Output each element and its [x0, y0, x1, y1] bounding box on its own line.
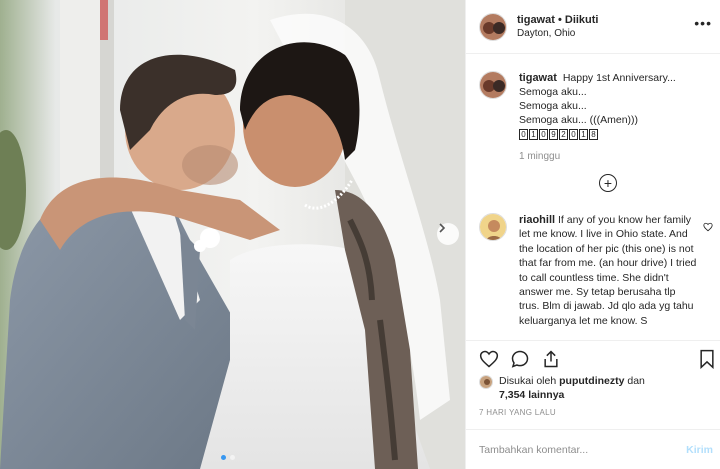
date-digit: 8	[589, 129, 598, 140]
share-icon	[544, 350, 558, 368]
likes-count[interactable]: 7,354 lainnya	[499, 389, 564, 401]
date-digit: 1	[529, 129, 538, 140]
post-comment-button[interactable]: Kirim	[686, 444, 713, 456]
post-caption: tigawat Happy 1st Anniversary... Semoga …	[479, 71, 707, 164]
post-photo[interactable]	[0, 0, 465, 469]
share-button[interactable]	[541, 349, 561, 376]
action-bar	[466, 340, 720, 376]
date-digit: 1	[579, 129, 588, 140]
comment-icon	[511, 350, 529, 368]
like-comment-button[interactable]	[703, 219, 713, 237]
caption-line: Semoga aku... (((Amen)))	[519, 114, 639, 126]
wedding-photo-image	[0, 0, 465, 469]
post-timestamp[interactable]: 7 HARI YANG LALU	[479, 408, 556, 417]
caption-line: Happy 1st Anniversary...	[562, 72, 676, 84]
save-button[interactable]	[697, 349, 717, 374]
caption-time-ago[interactable]: 1 minggu	[519, 150, 699, 164]
likes-prefix: Disukai oleh	[499, 375, 557, 387]
follow-status[interactable]: • Diikuti	[555, 14, 599, 26]
caption-username[interactable]: tigawat	[519, 72, 557, 84]
carousel-dot	[230, 455, 235, 460]
date-digit: 0	[519, 129, 528, 140]
avatar[interactable]	[479, 71, 507, 99]
list-item: riaohill If any of you know her family l…	[479, 213, 713, 328]
carousel-dots	[221, 455, 235, 460]
date-digit: 2	[559, 129, 568, 140]
chevron-right-icon	[439, 223, 446, 233]
like-button[interactable]	[479, 349, 499, 376]
post-location[interactable]: Dayton, Ohio	[517, 27, 598, 41]
caption-line: Semoga aku...	[519, 86, 587, 98]
post-side-panel: tigawat • Diikuti Dayton, Ohio ••• tigaw…	[465, 0, 720, 469]
load-more-comments-button[interactable]: +	[599, 174, 617, 192]
avatar-image	[480, 72, 506, 98]
date-digit: 0	[569, 129, 578, 140]
heart-icon	[703, 222, 713, 232]
comment-input[interactable]	[479, 443, 687, 456]
comment-text: If any of you know her family let me kno…	[519, 214, 697, 327]
more-icon: •••	[694, 15, 712, 31]
post-header: tigawat • Diikuti Dayton, Ohio •••	[466, 0, 720, 54]
caption-line: Semoga aku...	[519, 100, 587, 112]
likes-joiner: dan	[627, 375, 645, 387]
add-comment-bar: Kirim	[466, 429, 720, 469]
comments-section[interactable]: tigawat Happy 1st Anniversary... Semoga …	[466, 55, 720, 340]
next-photo-button[interactable]	[437, 223, 459, 245]
avatar[interactable]	[479, 213, 507, 241]
heart-icon	[479, 350, 499, 368]
date-digit: 0	[539, 129, 548, 140]
more-options-button[interactable]: •••	[694, 15, 712, 31]
carousel-dot	[221, 455, 226, 460]
comment-button[interactable]	[510, 349, 530, 376]
bookmark-icon	[700, 349, 714, 370]
caption-date-digits: 0 1 0 9 2 0 1 8	[519, 129, 598, 140]
avatar-image	[480, 214, 506, 240]
date-digit: 9	[549, 129, 558, 140]
avatar-image	[480, 13, 506, 40]
post-author-username[interactable]: tigawat	[517, 14, 555, 26]
plus-circle-icon: +	[603, 175, 613, 191]
avatar[interactable]	[479, 12, 507, 41]
avatar[interactable]	[479, 375, 493, 389]
liker-username[interactable]: puputdinezty	[559, 375, 624, 387]
likes-summary: Disukai oleh puputdinezty dan 7,354 lain…	[479, 374, 645, 402]
comment-username[interactable]: riaohill	[519, 214, 555, 226]
avatar-image	[480, 376, 492, 388]
